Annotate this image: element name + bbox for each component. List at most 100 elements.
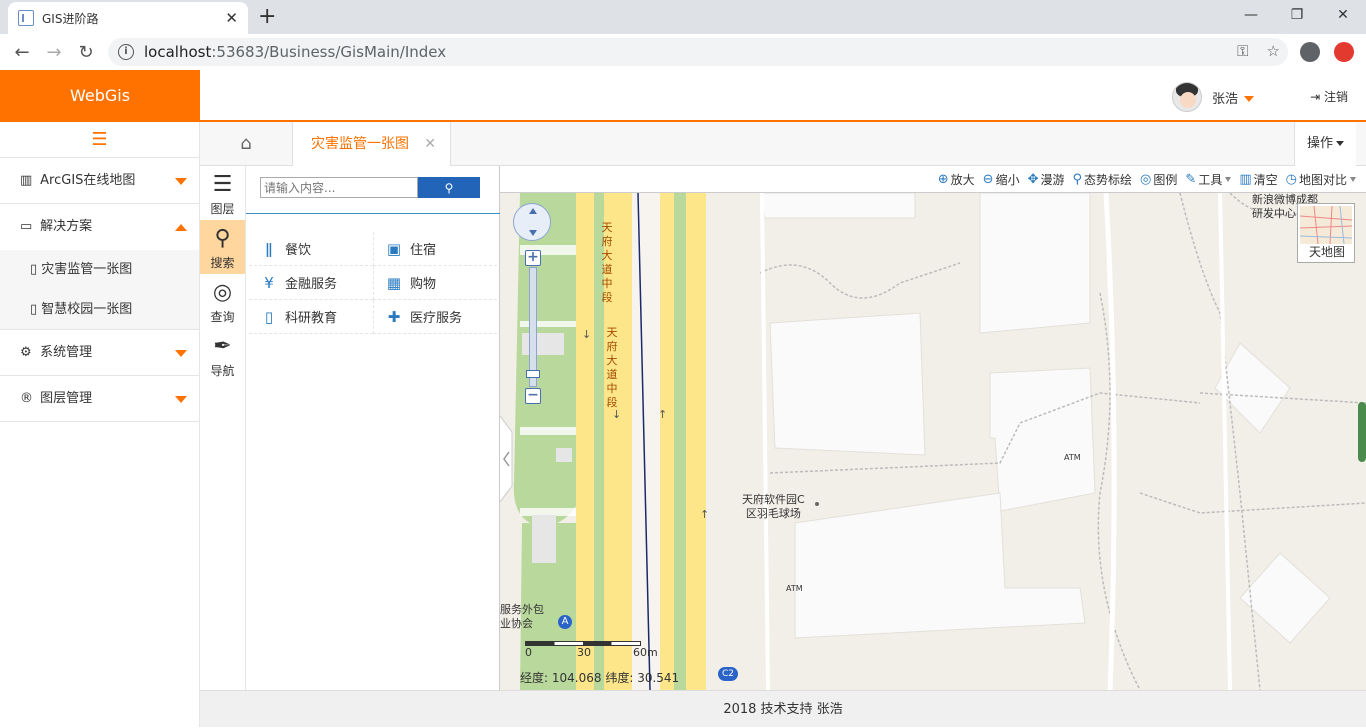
main-content: ⌂ 灾害监管一张图 ✕ 操作 ☰ 图层 ⚲ 搜索 ◎ 查询 ✒ 导航 请输入内容… [200, 122, 1366, 690]
globe-icon: ◎ [212, 280, 233, 305]
zoom-out-control[interactable]: − [525, 388, 541, 404]
browser-tab[interactable]: GIS进阶路 ✕ [8, 2, 248, 34]
basemap-thumbnail [1300, 206, 1352, 244]
clock-icon: ◷ [1285, 171, 1297, 187]
category-lodging[interactable]: ▣ 住宿 [373, 232, 497, 266]
pan-control[interactable] [513, 203, 551, 241]
address-bar[interactable]: i localhost:53683/Business/GisMain/Index… [108, 38, 1288, 66]
train-icon: ▣ [386, 240, 402, 258]
poi-label: 天府软件园C 区羽毛球场 [742, 493, 805, 520]
sidebar-item-solutions[interactable]: ▭ 解决方案 [0, 204, 199, 250]
globe-icon: ◎ [1140, 171, 1152, 187]
svg-text:↓: ↓ [582, 328, 591, 341]
sidebar-item-layers[interactable]: ® 图层管理 [0, 376, 199, 422]
zoom-slider[interactable] [529, 267, 537, 387]
atm-label: ATM [1064, 453, 1081, 462]
avatar [1171, 82, 1202, 112]
category-medical[interactable]: ✚ 医疗服务 [373, 300, 497, 334]
extension-icon[interactable] [1334, 42, 1354, 62]
operations-button[interactable]: 操作 [1294, 122, 1356, 166]
basemap-switcher[interactable]: 天地图 [1297, 203, 1355, 263]
url-host: localhost [144, 43, 212, 61]
logout-button[interactable]: ⇥ 注销 [1310, 88, 1348, 105]
map-icon: ▥ [20, 173, 33, 188]
search-panel: ⚲ ǁ餐饮 ▣住宿 ¥金融服务 ▦购物 ▯科研教育 ✚医疗服务 [246, 166, 500, 690]
atm-label: ATM [786, 584, 803, 593]
sidebar-subitem-disaster[interactable]: ▯ 灾害监管一张图 [0, 250, 199, 290]
tool-navigation[interactable]: ✒ 导航 [200, 328, 245, 382]
page-scrollbar[interactable] [1358, 402, 1366, 462]
pin-icon: ⚲ [1072, 171, 1083, 187]
search-icon: ⚲ [444, 180, 454, 195]
tab-home[interactable]: ⌂ [200, 122, 293, 166]
zoom-slider-handle[interactable] [526, 370, 540, 378]
new-tab-button[interactable]: + [258, 4, 276, 29]
vertical-toolbar: ☰ 图层 ⚲ 搜索 ◎ 查询 ✒ 导航 [200, 166, 246, 690]
tool-layers[interactable]: ☰ 图层 [200, 166, 245, 220]
caret-down-icon [1225, 176, 1232, 182]
map-plot-button[interactable]: ⚲ 态势标绘 [1069, 171, 1137, 188]
tool-search[interactable]: ⚲ 搜索 [200, 220, 245, 274]
map-compare-dropdown[interactable]: ◷ 地图对比 [1282, 171, 1360, 188]
map-zoom-out-button[interactable]: ⊖ 缩小 [979, 171, 1024, 188]
browser-toolbar: ← → ↻ i localhost:53683/Business/GisMain… [0, 34, 1366, 70]
search-input[interactable] [260, 177, 418, 198]
svg-text:↑: ↑ [700, 508, 709, 521]
caret-down-icon [1350, 176, 1356, 182]
metro-marker[interactable]: A [558, 615, 572, 629]
tab-close-icon[interactable]: ✕ [424, 122, 436, 166]
map-zoom-in-button[interactable]: ⊕ 放大 [934, 171, 979, 188]
zoom-in-control[interactable]: + [525, 250, 541, 266]
map-canvas[interactable]: ↓ ↓ ↑ ↑ [500, 193, 1366, 690]
site-info-icon[interactable]: i [118, 44, 134, 60]
sidebar-subitem-campus[interactable]: ▯ 智慧校园一张图 [0, 290, 199, 330]
page-favicon-icon [18, 10, 34, 26]
user-menu[interactable]: 张浩 [1171, 82, 1254, 112]
sidebar-item-system[interactable]: ⚙ 系统管理 [0, 330, 199, 376]
search-icon: ⚲ [214, 226, 231, 251]
user-name: 张浩 [1212, 88, 1254, 107]
minimize-icon[interactable]: — [1228, 0, 1274, 30]
map-legend-button[interactable]: ◎ 图例 [1136, 171, 1181, 188]
yen-icon: ¥ [264, 274, 274, 292]
tab-disaster-map[interactable]: 灾害监管一张图 ✕ [293, 122, 451, 167]
medical-icon: ✚ [387, 308, 401, 326]
footer: 2018 技术支持 张浩 [200, 690, 1366, 727]
map-pan-button[interactable]: ✥ 漫游 [1024, 171, 1069, 188]
category-finance[interactable]: ¥ 金融服务 [249, 266, 373, 300]
collapse-panel-handle[interactable] [500, 416, 514, 502]
category-shopping[interactable]: ▦ 购物 [373, 266, 497, 300]
road-label: 天府大道中段 [601, 221, 613, 304]
divider [246, 213, 500, 214]
tabs-bar: ⌂ 灾害监管一张图 ✕ 操作 [200, 122, 1366, 167]
laptop-icon: ▭ [20, 219, 33, 234]
map-container[interactable]: ⊕ 放大 ⊖ 缩小 ✥ 漫游 ⚲ 态势标绘 ◎ 图例 ✎ 工具 ▥ 清空 ◷ 地图对比 [500, 166, 1366, 690]
sidebar-item-arcgis[interactable]: ▥ ArcGIS在线地图 [0, 158, 199, 204]
restore-icon[interactable]: ❐ [1274, 0, 1320, 30]
gears-icon: ⚙ [20, 345, 32, 360]
tab-close-icon[interactable]: ✕ [225, 9, 238, 27]
svg-text:↑: ↑ [658, 408, 667, 421]
bookmark-star-icon[interactable]: ☆ [1267, 42, 1280, 60]
tool-query[interactable]: ◎ 查询 [200, 274, 245, 328]
logout-icon: ⇥ [1310, 90, 1324, 104]
sidebar: ☰ ▥ ArcGIS在线地图 ▭ 解决方案 ▯ 灾害监管一张图 ▯ 智慧校园一张… [0, 122, 200, 727]
reload-icon[interactable]: ↻ [70, 42, 102, 63]
map-tools-dropdown[interactable]: ✎ 工具 [1181, 171, 1235, 188]
search-button[interactable]: ⚲ [418, 177, 480, 198]
app-root: WebGis 张浩 ⇥ 注销 ☰ ▥ ArcGIS在线地图 ▭ 解决方案 ▯ 灾… [0, 70, 1366, 727]
category-dining[interactable]: ǁ 餐饮 [249, 232, 373, 266]
map-clear-button[interactable]: ▥ 清空 [1235, 171, 1281, 188]
key-icon[interactable]: ⚿ [1237, 42, 1248, 60]
back-icon[interactable]: ← [6, 42, 38, 63]
coordinate-readout: 经度: 104.068 纬度: 30.541 [520, 671, 680, 685]
chevron-down-icon [175, 396, 187, 403]
window-close-icon[interactable]: ✕ [1320, 0, 1366, 30]
registered-icon: ® [20, 391, 33, 406]
category-education[interactable]: ▯ 科研教育 [249, 300, 373, 334]
metro-marker[interactable]: C2 [718, 667, 738, 681]
forward-icon[interactable]: → [38, 42, 70, 63]
chevron-up-icon [175, 224, 187, 231]
profile-icon[interactable] [1300, 42, 1320, 62]
hamburger-menu-icon[interactable]: ☰ [0, 122, 199, 158]
